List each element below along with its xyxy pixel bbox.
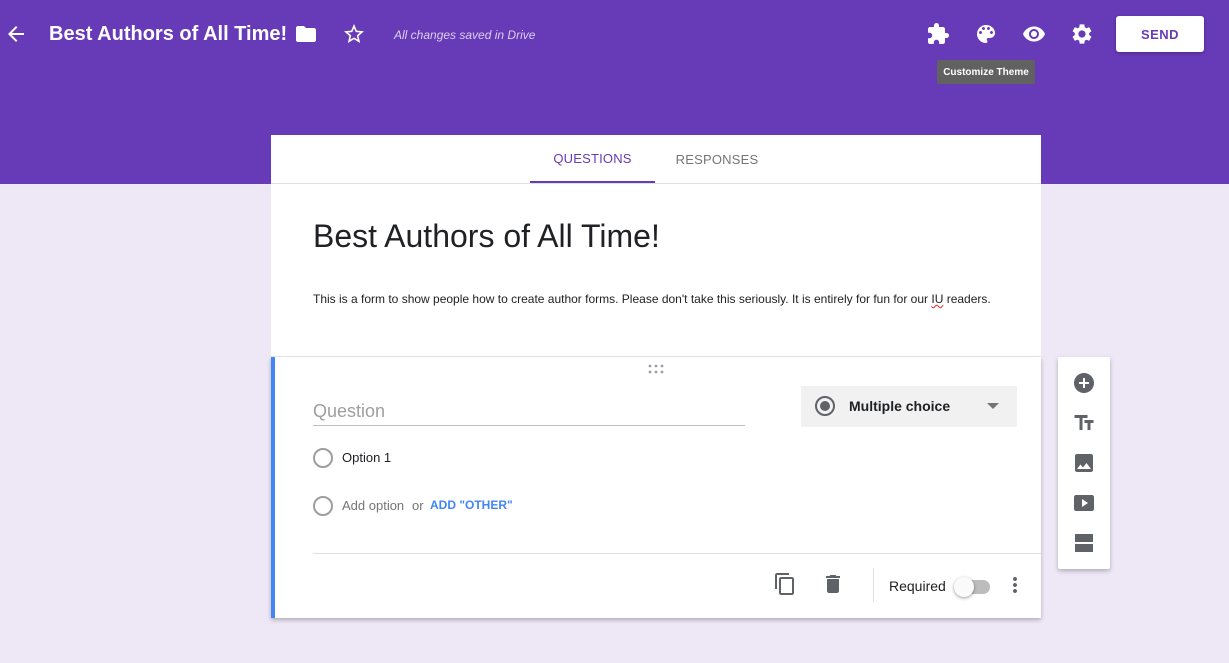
back-arrow-icon[interactable] xyxy=(4,22,28,46)
question-type-dropdown[interactable]: Multiple choice xyxy=(801,386,1017,427)
tabs-bar: QUESTIONS RESPONSES xyxy=(271,135,1041,184)
palette-icon[interactable] xyxy=(974,22,998,46)
star-icon[interactable] xyxy=(342,22,366,46)
duplicate-icon[interactable] xyxy=(773,572,797,596)
footer-separator xyxy=(873,568,874,602)
save-status: All changes saved in Drive xyxy=(394,28,536,42)
question-type-label: Multiple choice xyxy=(849,398,951,414)
folder-icon[interactable] xyxy=(294,22,318,46)
dropdown-arrow-icon xyxy=(987,403,999,409)
description-text: This is a form to show people how to cre… xyxy=(313,292,932,306)
form-header-card: Best Authors of All Time! This is a form… xyxy=(271,184,1041,356)
settings-gear-icon[interactable] xyxy=(1070,22,1094,46)
add-question-icon[interactable] xyxy=(1072,371,1096,395)
spellcheck-flagged-word: IU xyxy=(931,292,944,306)
option-radio-icon xyxy=(313,448,333,468)
form-title[interactable]: Best Authors of All Time! xyxy=(313,218,660,255)
preview-eye-icon[interactable] xyxy=(1022,22,1046,46)
or-label: or xyxy=(412,498,424,513)
add-image-icon[interactable] xyxy=(1072,451,1096,475)
footer-divider xyxy=(313,553,1041,554)
add-option-radio-icon xyxy=(313,496,333,516)
document-title[interactable]: Best Authors of All Time! xyxy=(49,23,287,46)
tab-responses[interactable]: RESPONSES xyxy=(661,135,773,183)
toggle-thumb xyxy=(954,577,974,597)
drag-handle-icon[interactable] xyxy=(648,364,664,374)
more-vert-icon[interactable] xyxy=(1003,573,1027,597)
add-video-icon[interactable] xyxy=(1072,491,1096,515)
required-label: Required xyxy=(889,578,946,594)
add-other-link[interactable]: ADD "OTHER" xyxy=(430,498,513,512)
description-text-end: readers. xyxy=(943,292,991,306)
radio-button-icon xyxy=(815,396,835,416)
tab-questions[interactable]: QUESTIONS xyxy=(530,135,655,183)
add-section-icon[interactable] xyxy=(1072,531,1096,555)
add-title-icon[interactable] xyxy=(1072,411,1096,435)
side-toolbar xyxy=(1058,357,1110,569)
send-button[interactable]: SEND xyxy=(1116,16,1204,52)
add-ons-icon[interactable] xyxy=(926,22,950,46)
question-card: Multiple choice Option 1 Add option or A… xyxy=(271,357,1041,618)
active-question-accent xyxy=(271,357,275,618)
add-option-field[interactable]: Add option xyxy=(342,498,404,513)
required-toggle[interactable] xyxy=(954,575,990,597)
form-description[interactable]: This is a form to show people how to cre… xyxy=(313,291,1013,308)
customize-theme-tooltip: Customize Theme xyxy=(937,60,1035,84)
question-input[interactable] xyxy=(313,397,745,426)
delete-trash-icon[interactable] xyxy=(821,572,845,596)
option-1-field[interactable]: Option 1 xyxy=(342,450,391,465)
